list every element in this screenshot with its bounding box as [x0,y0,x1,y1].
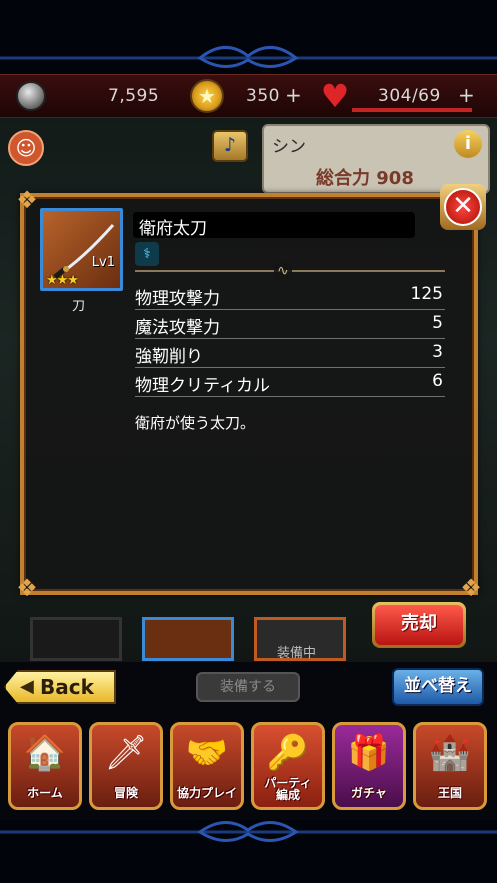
sell-button[interactable]: 売却 [372,602,466,648]
nav-coop[interactable]: 🤝 協力プレイ [170,722,244,810]
sort-button[interactable]: 並べ替え [392,668,484,706]
add-stars-button[interactable]: + [285,83,302,107]
nav-adventure[interactable]: 🗡 冒険 [89,722,163,810]
katana-icon [53,224,115,279]
star-count: 350 [246,86,280,106]
stat-value: 3 [432,342,443,362]
corner-ornament: ❖ [460,574,482,602]
close-icon: ✕ [444,188,482,226]
divider-ornament: ∿ [274,263,292,279]
person-icon[interactable]: ☺ [8,130,44,166]
item-title-bar: 衛府太刀 [133,212,415,239]
stat-label: 強靭削り [135,347,203,367]
item-type: 刀 [72,299,86,314]
back-button[interactable]: ◀ Back [4,670,116,704]
star-currency-icon[interactable]: ★ [190,79,224,113]
nav-label: ホーム [27,786,63,800]
home-icon: 🏠 [23,733,67,773]
stat-label: 物理攻撃力 [135,289,220,309]
nav-gacha[interactable]: 🎁 ガチャ [332,722,406,810]
hp-count: 304/69 [378,86,441,106]
equipped-tag: 装備中 [277,646,317,661]
nav-label: 冒険 [113,786,138,800]
nav-label: 協力プレイ [176,786,237,800]
item-name: 衛府太刀 [139,219,207,239]
add-hp-button[interactable]: + [458,83,475,107]
nav-kingdom[interactable]: 🏰 王国 [413,722,487,810]
corner-ornament: ❖ [16,574,38,602]
item-level: Lv1 [91,255,115,270]
hp-bar [352,108,472,112]
info-icon[interactable]: i [454,130,482,158]
stat-row: 魔法攻撃力 5 [135,311,445,339]
bottom-ornament [0,820,497,883]
element-icon: ⚕ [135,242,159,266]
rarity-stars: ★★★ [46,273,79,288]
heart-icon: ♥ [320,77,350,115]
bottom-nav: 🏠 ホーム 🗡 冒険 🤝 協力プレイ 🔑 パーティ 編成 🎁 ガチャ 🏰 王国 [0,716,497,816]
music-icon[interactable]: ♪ [212,130,248,162]
nav-label: 王国 [437,786,462,800]
status-bar: 7,595 ★ 350 + ♥ 304/69 + [0,74,497,118]
item-icon: Lv1 ★★★ [40,208,123,291]
stat-value: 5 [432,313,443,333]
character-name: シン [272,137,306,157]
coin-count: 7,595 [108,86,160,106]
equipment-slot[interactable] [142,617,234,661]
nav-party[interactable]: 🔑 パーティ 編成 [251,722,325,810]
back-label: Back [40,675,94,699]
corner-ornament: ❖ [16,186,38,214]
handshake-icon: 🤝 [185,733,229,773]
nav-label: パーティ 編成 [264,776,312,802]
nav-home[interactable]: 🏠 ホーム [8,722,82,810]
equip-button[interactable]: 装備する [196,672,300,702]
close-button[interactable]: ✕ [440,184,486,230]
chest-icon: 🎁 [347,733,391,773]
top-ornament [0,0,497,74]
nav-label: ガチャ [351,786,387,800]
stat-row: 強靭削り 3 [135,340,445,368]
equipment-slot[interactable] [30,617,122,661]
sell-button-label: 売却 [375,605,463,645]
stat-value: 125 [410,284,443,304]
back-arrow-icon: ◀ [20,676,34,697]
key-icon: 🔑 [266,733,310,773]
coin-icon [16,81,46,111]
stat-value: 6 [432,371,443,391]
sword-icon: 🗡 [104,733,148,773]
stat-row: 物理攻撃力 125 [135,282,445,310]
castle-icon: 🏰 [428,733,472,773]
stat-label: 物理クリティカル [135,376,270,396]
stat-row: 物理クリティカル 6 [135,369,445,397]
total-power: 総合力 908 [316,168,414,189]
item-description: 衛府が使う太刀。 [135,414,256,432]
stat-label: 魔法攻撃力 [135,318,220,338]
